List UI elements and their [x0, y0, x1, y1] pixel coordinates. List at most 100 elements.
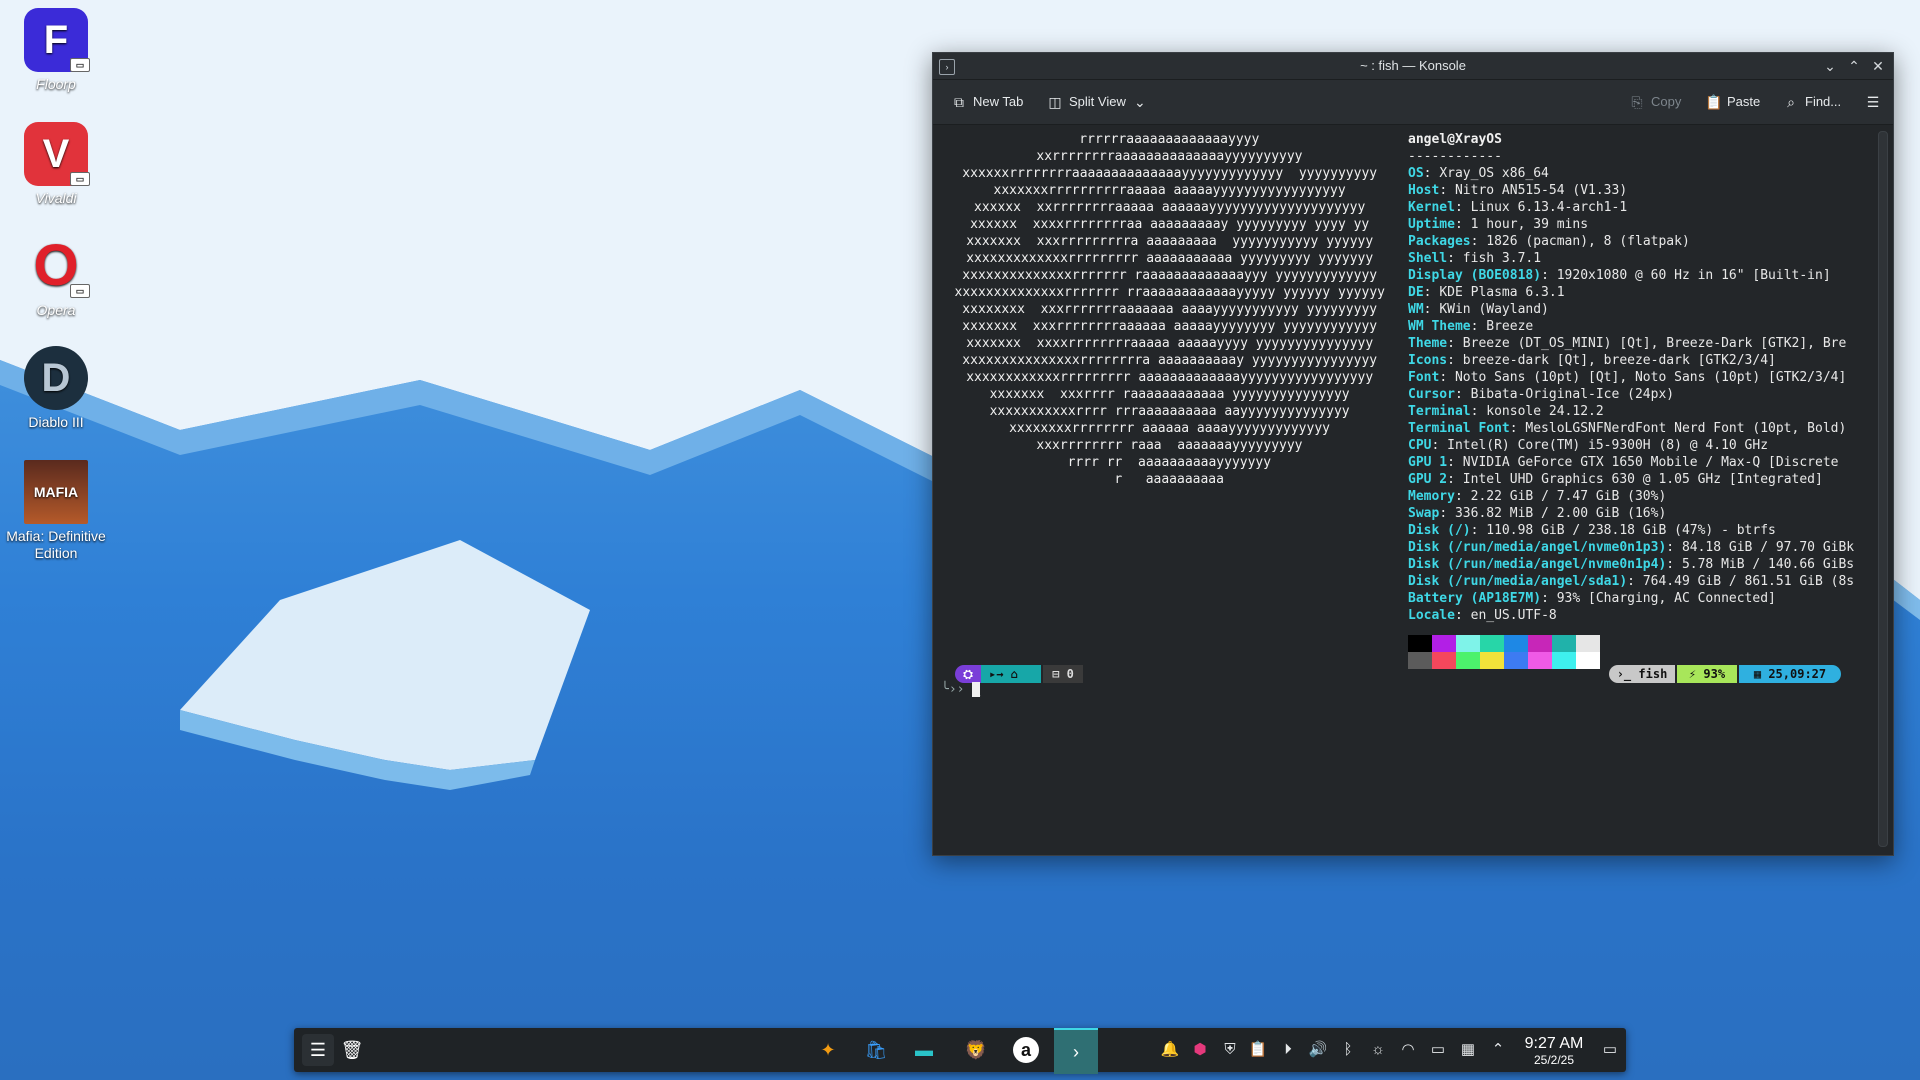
info-row: Uptime: 1 hour, 39 mins — [1408, 217, 1589, 232]
tray-clipboard[interactable]: 📋 — [1248, 1040, 1268, 1060]
info-value: Noto Sans (10pt) [Qt], Noto Sans (10pt) … — [1454, 370, 1847, 385]
copy-button[interactable]: ⎘ Copy — [1625, 90, 1685, 114]
info-row: Disk (/run/media/angel/nvme0n1p3): 84.18… — [1408, 540, 1855, 555]
palette-swatch — [1552, 652, 1576, 669]
tray-bluetooth[interactable]: ᛒ — [1338, 1040, 1358, 1060]
taskbar-app-files[interactable]: ▬ — [908, 1034, 940, 1066]
palette-swatch — [1456, 652, 1480, 669]
ascii-art-line: xxxxxxx xxxrrrrrrrrra aaaaaaaaa yyyyyyyy… — [966, 234, 1374, 249]
ascii-art-line: rrrr rr aaaaaaaaaayyyyyyy — [1067, 455, 1272, 470]
prompt-dir-segment: ▸→ ⌂ — [981, 665, 1041, 683]
taskbar-app-store[interactable]: 🛍 — [860, 1034, 892, 1066]
desktop-icon-label: Mafia: Definitive Edition — [6, 528, 106, 561]
taskbar-app-tiles[interactable]: ✦ — [812, 1034, 844, 1066]
window-titlebar[interactable]: › ~ : fish — Konsole ⌄ ⌃ ✕ — [933, 53, 1893, 80]
opera-icon: O ▭ — [24, 234, 90, 298]
desktop-icon-label: Opera — [36, 302, 76, 318]
info-key: Disk (/run/media/angel/sda1) — [1408, 574, 1628, 589]
shield-icon: ⛨ — [1224, 1041, 1236, 1058]
desktop-icon-floorp[interactable]: F ▭ Floorp — [1, 8, 111, 93]
tray-package[interactable]: ⬢ — [1190, 1040, 1210, 1060]
tray-notifications[interactable]: 🔔 — [1160, 1040, 1180, 1060]
cube-icon: ⬢ — [1193, 1041, 1207, 1058]
app-launcher-button[interactable]: ☰ — [302, 1034, 334, 1066]
info-value: Intel UHD Graphics 630 @ 1.05 GHz [Integ… — [1462, 472, 1823, 487]
info-key: Disk (/) — [1408, 523, 1471, 538]
info-row: Icons: breeze-dark [Qt], breeze-dark [GT… — [1408, 353, 1776, 368]
scrollbar[interactable] — [1878, 131, 1888, 847]
ascii-art-line: r aaaaaaaaaa — [1114, 472, 1224, 487]
info-value: 1826 (pacman), 8 (flatpak) — [1486, 234, 1690, 249]
info-key: GPU 1 — [1408, 455, 1448, 470]
jobs-icon: ⊟ — [1052, 667, 1060, 681]
info-value: 2.22 GiB / 7.47 GiB (30%) — [1470, 489, 1667, 504]
clock[interactable]: 9:27 AM 25/2/25 — [1516, 1035, 1592, 1067]
ascii-art-line: xxxrrrrrrrr raaa aaaaaaayyyyyyyyy — [1036, 438, 1303, 453]
ascii-art-line: xxxxxxxxxxxxxrrrrrrrrr aaaaaaaaaaa yyyyy… — [966, 251, 1374, 266]
find-label: Find... — [1805, 94, 1842, 109]
tray-wifi[interactable]: ◠ — [1398, 1040, 1418, 1060]
info-key: Swap — [1408, 506, 1440, 521]
info-key: Disk (/run/media/angel/nvme0n1p3) — [1408, 540, 1667, 555]
info-row: Cursor: Bibata-Original-Ice (24px) — [1408, 387, 1675, 402]
desktop-icon-vivaldi[interactable]: V ▭ Vivaldi — [1, 122, 111, 207]
info-value: Linux 6.13.4-arch1-1 — [1470, 200, 1628, 215]
taskbar-app-a[interactable]: a — [1010, 1034, 1042, 1066]
palette-swatch — [1504, 635, 1528, 652]
info-key: Locale — [1408, 608, 1455, 623]
terminal-area[interactable]: rrrrrraaaaaaaaaaaaayyyy xxrrrrrrrraaaaaaa… — [933, 125, 1893, 855]
ascii-art-line: xxxxxxx xxxrrrr raaaaaaaaaaaa yyyyyyyyyy… — [989, 387, 1350, 402]
info-row: Disk (/run/media/angel/nvme0n1p4): 5.78 … — [1408, 557, 1855, 572]
info-key: Packages — [1408, 234, 1471, 249]
ascii-art-line: xxxxxxxxxxxxxxxrrrrrrrra aaaaaaaaaay yyy… — [962, 353, 1378, 368]
desktop-icon-mafia[interactable]: MAFIA Mafia: Definitive Edition — [1, 460, 111, 562]
maximize-button[interactable]: ⌃ — [1843, 53, 1865, 79]
palette-swatch — [1432, 635, 1456, 652]
taskbar-app-konsole[interactable]: › — [1054, 1028, 1098, 1074]
palette-swatch — [1480, 635, 1504, 652]
tray-volume[interactable]: 🔊 — [1308, 1040, 1328, 1060]
info-key: Font — [1408, 370, 1440, 385]
konsole-app-icon[interactable]: › — [939, 59, 955, 75]
paste-button[interactable]: 📋 Paste — [1701, 90, 1764, 114]
tray-brightness[interactable]: ☼ — [1368, 1040, 1388, 1060]
taskbar-app-brave[interactable]: 🦁 — [960, 1034, 992, 1066]
info-row: Terminal: konsole 24.12.2 — [1408, 404, 1604, 419]
prompt-jobs-segment: ⊟ 0 — [1043, 665, 1083, 683]
info-key: Host — [1408, 183, 1440, 198]
trash-button[interactable]: 🗑 — [336, 1034, 368, 1066]
new-tab-button[interactable]: ⧉ New Tab — [947, 90, 1027, 114]
palette-swatch — [1432, 652, 1456, 669]
battery-charging-icon: ⚡ — [1688, 667, 1697, 681]
desktop-icon-diablo[interactable]: D Diablo III — [1, 346, 111, 431]
split-view-icon: ◫ — [1048, 94, 1062, 110]
find-button[interactable]: ⌕ Find... — [1779, 90, 1845, 114]
ascii-art-line: xxxxxxxrrrrrrrrrraaaaa aaaaayyyyyyyyyyyy… — [993, 183, 1346, 198]
shell-name: fish — [1638, 667, 1668, 681]
tray-battery[interactable]: ▭ — [1428, 1040, 1448, 1060]
hamburger-menu-button[interactable]: ☰ — [1861, 90, 1885, 114]
tray-media[interactable]: ⏵ — [1278, 1040, 1298, 1060]
info-row: Terminal Font: MesloLGSNFNerdFont Nerd F… — [1408, 421, 1847, 436]
folder-icon: ▬ — [915, 1040, 933, 1060]
prompt-time: 25,09:27 — [1768, 667, 1827, 681]
desktop-icon-opera[interactable]: O ▭ Opera — [1, 234, 111, 319]
info-value: 336.82 MiB / 2.00 GiB (16%) — [1454, 506, 1667, 521]
close-button[interactable]: ✕ — [1867, 53, 1889, 79]
separator-line: ------------ — [1408, 149, 1502, 164]
ascii-art-line: rrrrrraaaaaaaaaaaaayyyy — [1079, 132, 1260, 147]
show-desktop-button[interactable]: ▭ — [1600, 1040, 1620, 1060]
copy-label: Copy — [1651, 94, 1682, 109]
mafia-icon: MAFIA — [24, 460, 88, 524]
battery-icon: ▭ — [1430, 1041, 1446, 1058]
tray-expand[interactable]: ⌃ — [1488, 1040, 1508, 1060]
info-value: Breeze — [1486, 319, 1534, 334]
tray-shield[interactable]: ⛨ — [1220, 1040, 1240, 1060]
brave-icon: 🦁 — [964, 1040, 988, 1060]
info-row: CPU: Intel(R) Core(TM) i5-9300H (8) @ 4.… — [1408, 438, 1769, 453]
info-value: Nitro AN515-54 (V1.33) — [1454, 183, 1628, 198]
minimize-button[interactable]: ⌄ — [1819, 53, 1841, 79]
tray-cpu[interactable]: ▦ — [1458, 1040, 1478, 1060]
split-view-button[interactable]: ◫ Split View ⌄ — [1043, 90, 1152, 114]
paste-label: Paste — [1727, 94, 1761, 109]
